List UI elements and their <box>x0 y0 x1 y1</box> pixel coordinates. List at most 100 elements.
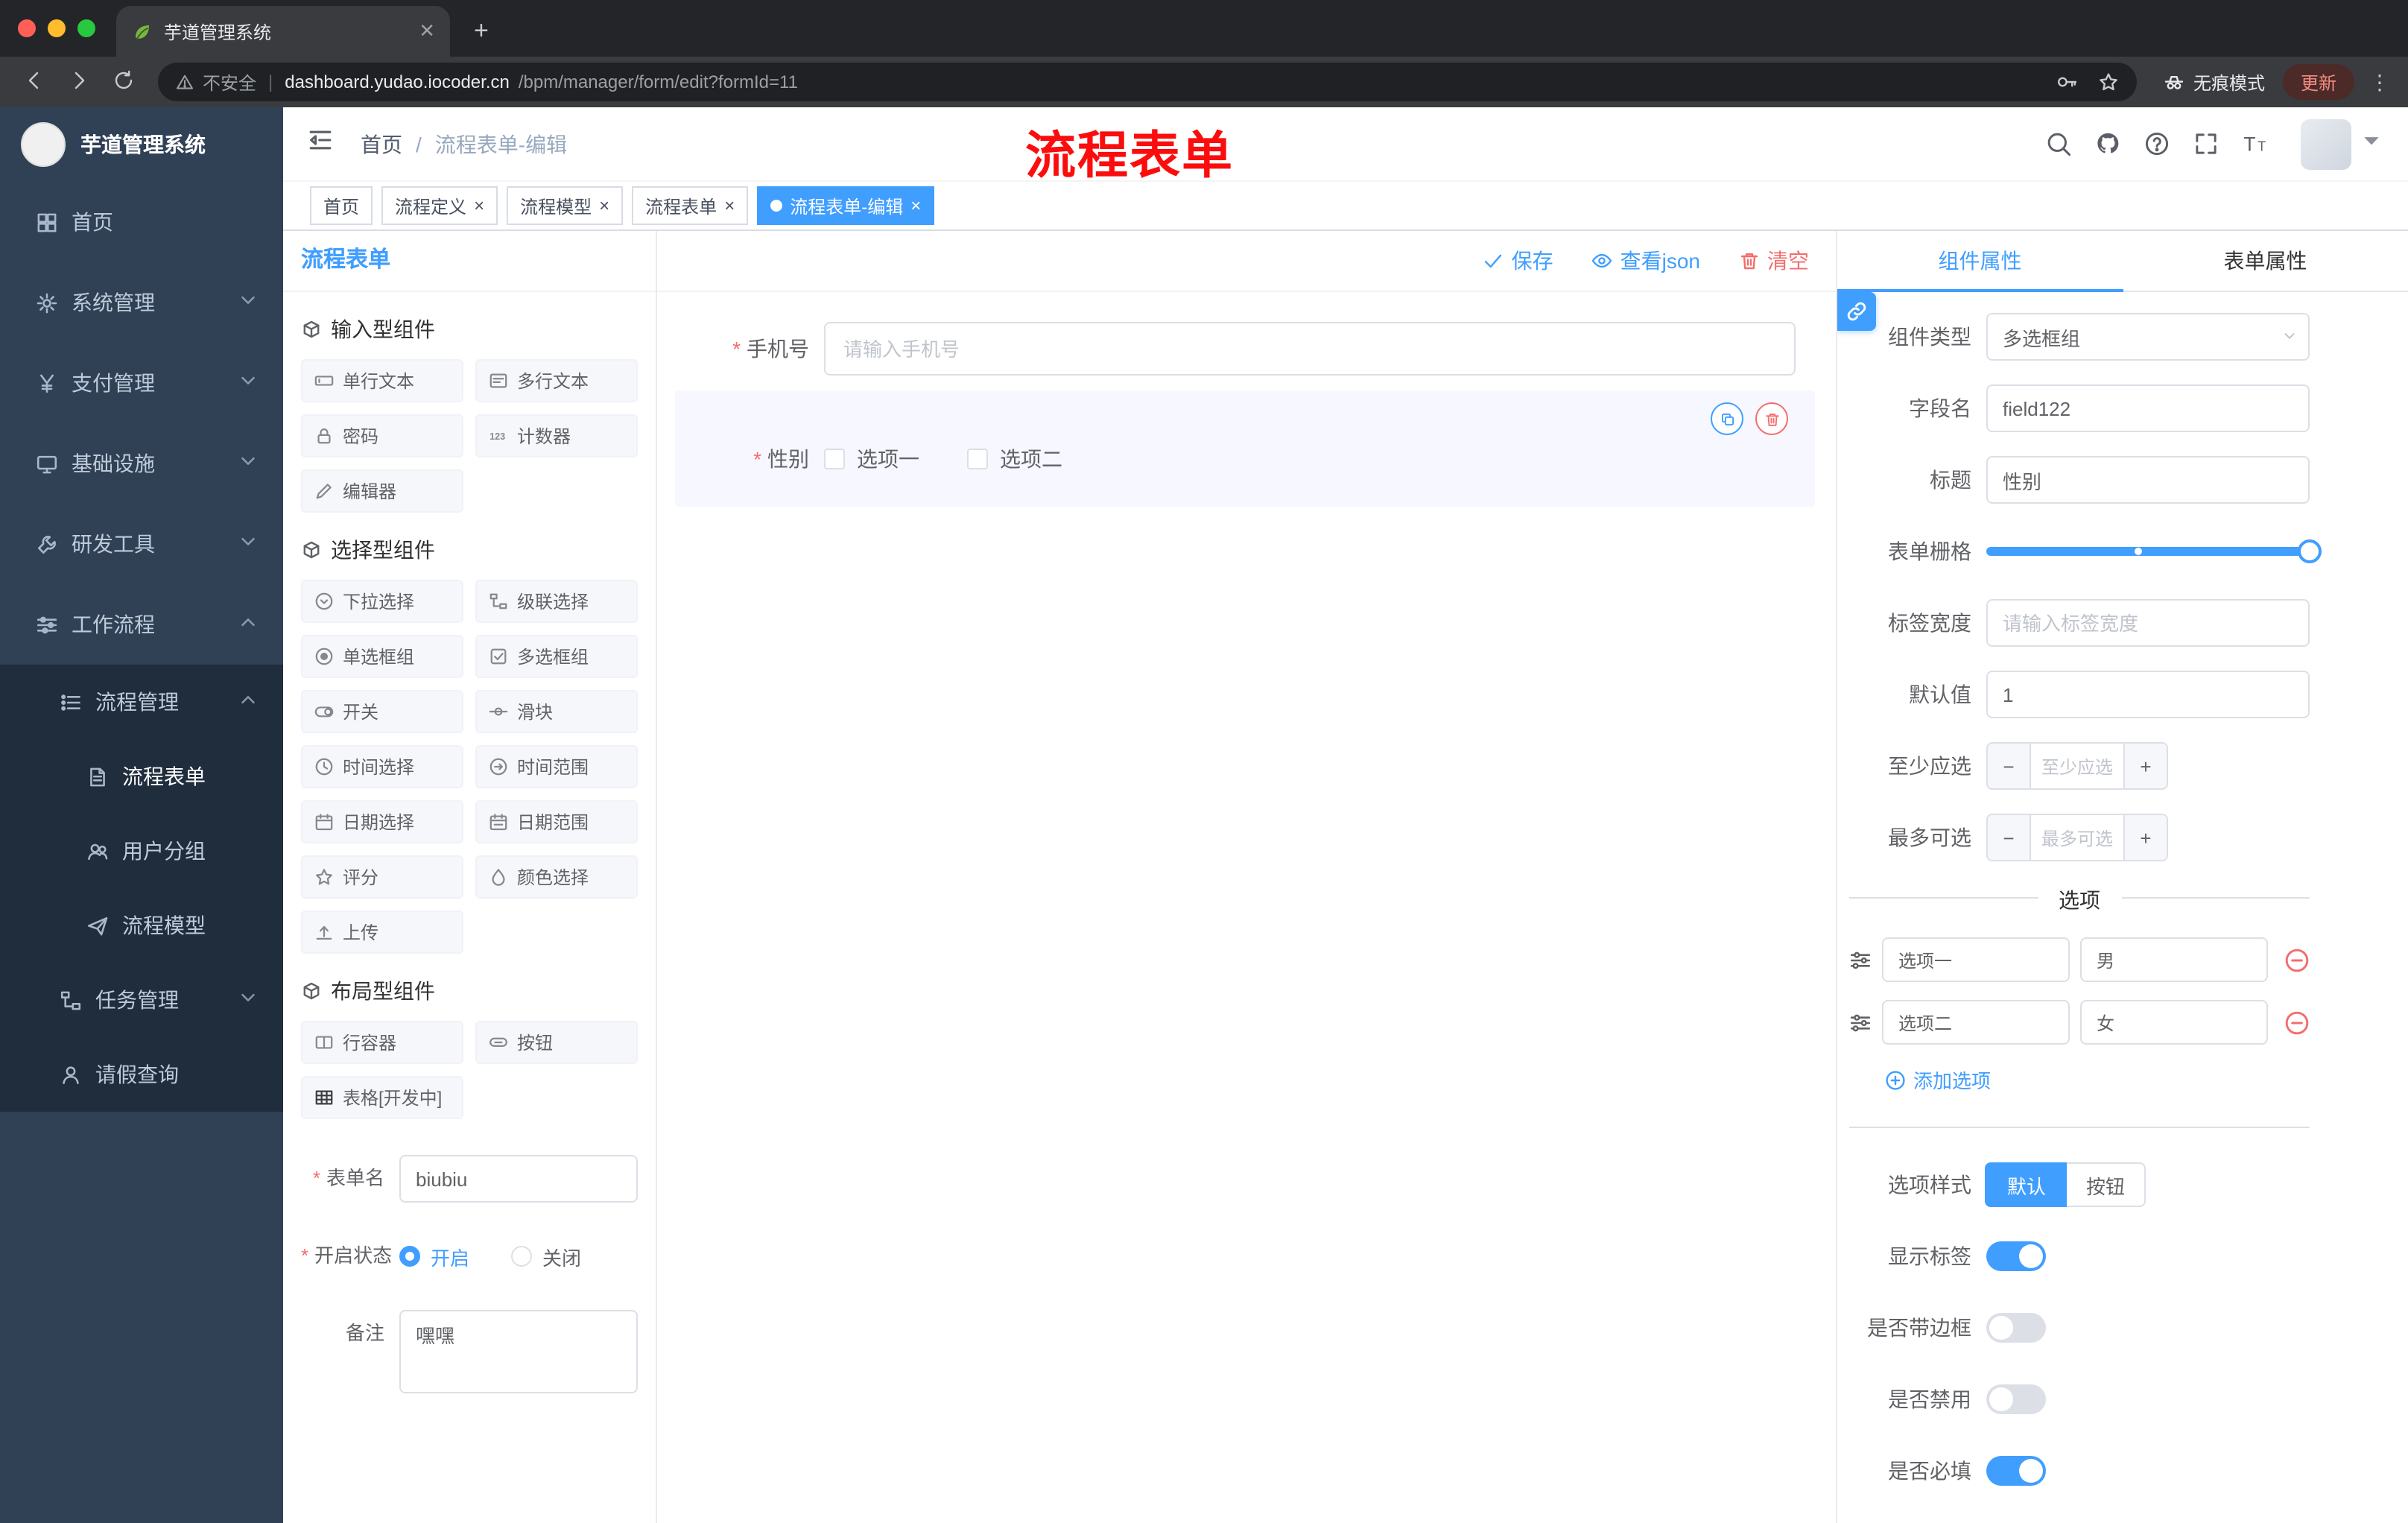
slider-handle[interactable] <box>2298 539 2322 563</box>
drag-handle-icon[interactable] <box>1849 1011 1872 1033</box>
delete-component-button[interactable] <box>1755 402 1788 435</box>
palette-item-row-container[interactable]: 行容器 <box>301 1021 463 1064</box>
field-name-input[interactable] <box>1986 384 2310 432</box>
breadcrumb-home[interactable]: 首页 <box>361 129 402 159</box>
view-json-button[interactable]: 查看json <box>1592 246 1700 276</box>
gender-option-2-checkbox[interactable]: 选项二 <box>967 444 1062 474</box>
palette-item-date-picker[interactable]: 日期选择 <box>301 800 463 843</box>
sidebar-item-infra[interactable]: 基础设施 <box>0 423 283 504</box>
font-size-icon[interactable] <box>2243 131 2268 156</box>
form-grid-slider[interactable] <box>1986 528 2322 575</box>
sidebar-item-process-model[interactable]: 流程模型 <box>0 888 283 963</box>
palette-item-slider[interactable]: 滑块 <box>475 690 638 733</box>
drag-handle-icon[interactable] <box>1849 949 1872 971</box>
min-select-value[interactable]: 至少应选 <box>2031 744 2123 788</box>
fullscreen-icon[interactable] <box>2193 131 2219 156</box>
window-close-button[interactable] <box>18 19 36 37</box>
sidebar-item-workflow[interactable]: 工作流程 <box>0 584 283 665</box>
palette-item-single-line-text[interactable]: 单行文本 <box>301 359 463 402</box>
gender-option-1-checkbox[interactable]: 选项一 <box>824 444 919 474</box>
close-icon[interactable]: × <box>724 197 735 215</box>
browser-update-button[interactable]: 更新 <box>2282 64 2354 100</box>
new-tab-button[interactable]: + <box>474 18 489 43</box>
user-menu[interactable] <box>2301 118 2384 169</box>
copy-component-button[interactable] <box>1711 402 1743 435</box>
decrease-button[interactable]: − <box>1988 744 2031 788</box>
palette-item-color-picker[interactable]: 颜色选择 <box>475 855 638 899</box>
tag-process-model[interactable]: 流程模型 × <box>507 186 624 225</box>
option-1-value-input[interactable] <box>2080 937 2268 982</box>
address-bar[interactable]: 不安全 | dashboard.yudao.iocoder.cn/bpm/man… <box>158 63 2137 101</box>
tab-close-icon[interactable]: ✕ <box>419 19 435 43</box>
tag-home[interactable]: 首页 <box>310 186 373 225</box>
palette-item-time-picker[interactable]: 时间选择 <box>301 745 463 788</box>
max-select-value[interactable]: 最多可选 <box>2031 815 2123 860</box>
palette-item-counter[interactable]: 计数器 <box>475 414 638 457</box>
decrease-button[interactable]: − <box>1988 815 2031 860</box>
clear-button[interactable]: 清空 <box>1739 246 1809 276</box>
palette-item-time-range[interactable]: 时间范围 <box>475 745 638 788</box>
palette-item-cascader[interactable]: 级联选择 <box>475 580 638 623</box>
option-1-name-input[interactable] <box>1882 937 2070 982</box>
border-toggle[interactable] <box>1986 1313 2046 1343</box>
tag-process-definition[interactable]: 流程定义 × <box>381 186 498 225</box>
sidebar-item-payment[interactable]: 支付管理 <box>0 343 283 423</box>
phone-input[interactable] <box>824 322 1796 376</box>
palette-item-date-range[interactable]: 日期范围 <box>475 800 638 843</box>
avatar[interactable] <box>2301 118 2351 169</box>
sidebar-item-home[interactable]: 首页 <box>0 182 283 262</box>
remove-option-button[interactable] <box>2284 947 2310 972</box>
password-key-icon[interactable] <box>2056 72 2077 92</box>
help-icon[interactable] <box>2144 131 2170 156</box>
field-phone[interactable]: 手机号 <box>675 322 1796 376</box>
increase-button[interactable]: + <box>2123 744 2167 788</box>
palette-item-upload[interactable]: 上传 <box>301 911 463 954</box>
window-zoom-button[interactable] <box>77 19 95 37</box>
close-icon[interactable]: × <box>599 197 609 215</box>
form-name-input[interactable] <box>399 1155 638 1203</box>
palette-item-radio-group[interactable]: 单选框组 <box>301 635 463 678</box>
window-minimize-button[interactable] <box>48 19 66 37</box>
field-gender-selected[interactable]: 性别 选项一 选项二 <box>675 390 1815 507</box>
tab-component-props[interactable]: 组件属性 <box>1837 231 2123 292</box>
reload-button[interactable] <box>104 69 143 95</box>
back-button[interactable] <box>15 69 54 95</box>
title-input[interactable] <box>1986 456 2310 504</box>
required-toggle[interactable] <box>1986 1456 2046 1486</box>
palette-item-switch[interactable]: 开关 <box>301 690 463 733</box>
palette-item-multi-line-text[interactable]: 多行文本 <box>475 359 638 402</box>
forward-button[interactable] <box>60 69 98 95</box>
sidebar-item-system[interactable]: 系统管理 <box>0 262 283 343</box>
add-option-button[interactable]: 添加选项 <box>1885 1066 2310 1094</box>
status-radio-off[interactable]: 关闭 <box>511 1242 581 1270</box>
sidebar-item-process-form[interactable]: 流程表单 <box>0 739 283 814</box>
disabled-toggle[interactable] <box>1986 1384 2046 1414</box>
sidebar-item-task-mgmt[interactable]: 任务管理 <box>0 963 283 1037</box>
default-value-input[interactable] <box>1986 671 2310 718</box>
increase-button[interactable]: + <box>2123 815 2167 860</box>
form-remark-textarea[interactable]: 嘿嘿 <box>399 1310 638 1393</box>
palette-item-rate[interactable]: 评分 <box>301 855 463 899</box>
bookmark-star-icon[interactable] <box>2098 72 2119 92</box>
github-icon[interactable] <box>2095 131 2120 156</box>
sidebar-item-process-mgmt[interactable]: 流程管理 <box>0 665 283 739</box>
palette-item-button[interactable]: 按钮 <box>475 1021 638 1064</box>
sidebar-item-user-group[interactable]: 用户分组 <box>0 814 283 888</box>
palette-item-password[interactable]: 密码 <box>301 414 463 457</box>
label-width-input[interactable] <box>1986 599 2310 647</box>
browser-tab[interactable]: 芋道管理系统 ✕ <box>116 6 450 57</box>
palette-item-table[interactable]: 表格[开发中] <box>301 1076 463 1119</box>
save-button[interactable]: 保存 <box>1483 246 1553 276</box>
tag-process-form-edit[interactable]: 流程表单-编辑 × <box>757 186 935 225</box>
sidebar-collapse-button[interactable] <box>307 127 334 161</box>
sidebar-item-leave-query[interactable]: 请假查询 <box>0 1037 283 1112</box>
option-2-value-input[interactable] <box>2080 1000 2268 1045</box>
panel-collapse-handle[interactable] <box>1837 292 1876 331</box>
palette-item-editor[interactable]: 编辑器 <box>301 469 463 513</box>
component-type-select[interactable]: 多选框组 <box>1986 313 2310 361</box>
tag-process-form[interactable]: 流程表单 × <box>632 186 749 225</box>
option-2-name-input[interactable] <box>1882 1000 2070 1045</box>
tab-form-props[interactable]: 表单属性 <box>2123 231 2408 291</box>
browser-menu-button[interactable]: ⋮ <box>2366 69 2393 95</box>
option-style-default-button[interactable]: 默认 <box>1986 1162 2068 1207</box>
